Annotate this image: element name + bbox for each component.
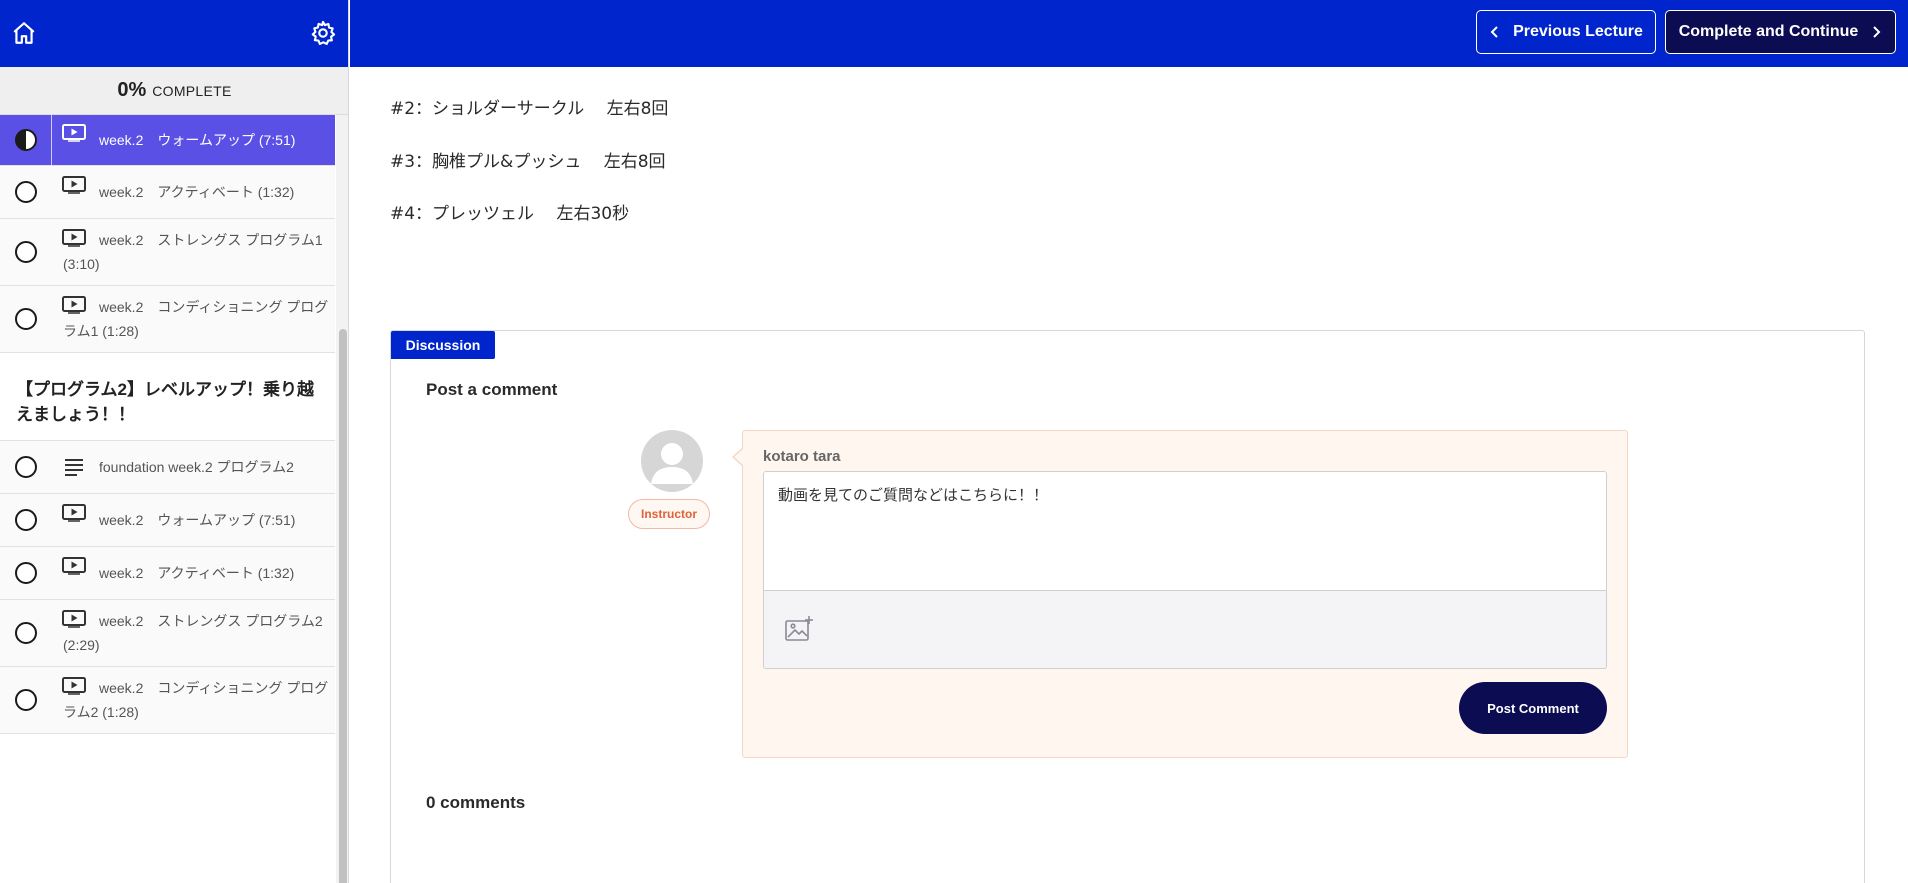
comment-card-pointer-fill [734, 448, 744, 466]
complete-and-continue-button[interactable]: Complete and Continue [1665, 10, 1896, 54]
lecture-item[interactable]: week.2 ストレングス プログラム2 (2:29) [0, 600, 335, 667]
comment-toolbar [763, 591, 1607, 669]
course-player: 0% COMPLETE week.2 ウォームアップ (7:51) week.2… [0, 0, 1908, 883]
incomplete-status-icon[interactable] [15, 181, 37, 203]
sidebar-scroll-thumb[interactable] [339, 329, 347, 883]
avatar-icon [641, 430, 703, 492]
incomplete-status-icon[interactable] [15, 456, 37, 478]
incomplete-status-icon[interactable] [15, 308, 37, 330]
chevron-right-icon [1873, 26, 1881, 38]
lecture-item[interactable]: week.2 コンディショニング プログラム2 (1:28) [0, 667, 335, 734]
exercise-line: #2：ショルダーサークル 左右8回 [390, 99, 669, 119]
lecture-title: week.2 ウォームアップ (7:51) [99, 512, 296, 528]
lecture-item[interactable]: week.2 アクティベート (1:32) [0, 547, 335, 600]
lecture-item[interactable]: week.2 ウォームアップ (7:51) [0, 115, 335, 166]
lecture-item[interactable]: foundation week.2 プログラム2 [0, 441, 335, 494]
lecture-content: #2：ショルダーサークル 左右8回 #3：胸椎プル&プッシュ 左右8回 #4：プ… [350, 67, 1908, 883]
author-name: kotaro tara [763, 448, 841, 465]
post-comment-heading: Post a comment [426, 380, 558, 399]
divider [51, 115, 52, 165]
lecture-title: week.2 アクティベート (1:32) [99, 184, 295, 200]
lecture-item[interactable]: week.2 アクティベート (1:32) [0, 166, 335, 219]
exercise-line: #4：プレッツェル 左右30秒 [390, 204, 630, 224]
incomplete-status-icon[interactable] [15, 622, 37, 644]
incomplete-status-icon[interactable] [15, 562, 37, 584]
lecture-item[interactable]: week.2 ウォームアップ (7:51) [0, 494, 335, 547]
progress-label: COMPLETE [152, 82, 232, 99]
exercise-line: #3：胸椎プル&プッシュ 左右8回 [390, 152, 666, 172]
sidebar-header [0, 0, 348, 67]
lecture-title: week.2 コンディショニング プログラム2 (1:28) [63, 680, 329, 720]
lecture-title: week.2 コンディショニング プログラム1 (1:28) [63, 299, 329, 339]
incomplete-status-icon[interactable] [15, 509, 37, 531]
lecture-title: foundation week.2 プログラム2 [99, 459, 294, 475]
lecture-item[interactable]: week.2 ストレングス プログラム1 (3:10) [0, 219, 335, 286]
lecture-item[interactable]: week.2 コンディショニング プログラム1 (1:28) [0, 286, 335, 353]
chevron-left-icon [1490, 26, 1498, 38]
section-title: 【プログラム2】レベルアップ！乗り越えましょう！！ [0, 353, 335, 441]
discussion-tab: Discussion [391, 331, 495, 359]
lecture-topbar: Previous Lecture Complete and Continue [350, 0, 1908, 67]
previous-lecture-button[interactable]: Previous Lecture [1476, 10, 1656, 54]
incomplete-status-icon[interactable] [15, 241, 37, 263]
home-icon[interactable] [11, 20, 37, 46]
incomplete-status-icon[interactable] [15, 689, 37, 711]
half-complete-status-icon[interactable] [15, 129, 37, 151]
image-add-icon[interactable] [783, 613, 815, 645]
gear-icon[interactable] [309, 19, 337, 47]
lecture-title: week.2 ストレングス プログラム1 (3:10) [63, 232, 323, 272]
lecture-title: week.2 ストレングス プログラム2 (2:29) [63, 613, 323, 653]
comments-count: 0 comments [426, 793, 526, 812]
instructor-badge: Instructor [628, 499, 710, 529]
comment-textarea[interactable] [763, 471, 1607, 591]
post-comment-button[interactable]: Post Comment [1459, 682, 1607, 734]
lecture-title: week.2 アクティベート (1:32) [99, 565, 295, 581]
course-sidebar: 0% COMPLETE week.2 ウォームアップ (7:51) week.2… [0, 0, 349, 883]
complete-and-continue-label: Complete and Continue [1678, 23, 1859, 40]
progress-percent: 0% [117, 79, 147, 101]
previous-lecture-label: Previous Lecture [1513, 23, 1643, 40]
progress-indicator: 0% COMPLETE [0, 67, 348, 115]
lecture-title: week.2 ウォームアップ (7:51) [99, 132, 296, 148]
lecture-list: week.2 ウォームアップ (7:51) week.2 アクティベート (1:… [0, 115, 335, 883]
